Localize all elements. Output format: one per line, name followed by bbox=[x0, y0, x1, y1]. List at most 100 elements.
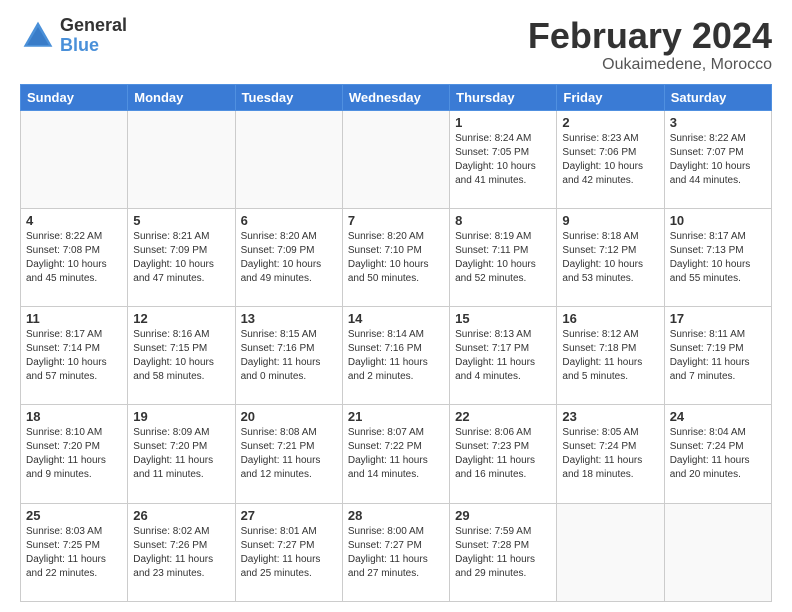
day-cell: 7 Sunrise: 8:20 AM Sunset: 7:10 PM Daylig… bbox=[342, 208, 449, 306]
day-number: 17 bbox=[670, 311, 766, 326]
day-info: Sunrise: 8:21 AM Sunset: 7:09 PM Dayligh… bbox=[133, 230, 229, 286]
day-cell bbox=[342, 110, 449, 208]
day-cell: 6 Sunrise: 8:20 AM Sunset: 7:09 PM Daylig… bbox=[235, 208, 342, 306]
week-row-0: 1 Sunrise: 8:24 AM Sunset: 7:05 PM Daylig… bbox=[21, 110, 772, 208]
day-info: Sunrise: 8:22 AM Sunset: 7:08 PM Dayligh… bbox=[26, 230, 122, 286]
calendar-header: SundayMondayTuesdayWednesdayThursdayFrid… bbox=[21, 84, 772, 110]
day-number: 11 bbox=[26, 311, 122, 326]
calendar: SundayMondayTuesdayWednesdayThursdayFrid… bbox=[20, 84, 772, 602]
day-cell: 1 Sunrise: 8:24 AM Sunset: 7:05 PM Daylig… bbox=[450, 110, 557, 208]
day-info: Sunrise: 8:24 AM Sunset: 7:05 PM Dayligh… bbox=[455, 132, 551, 188]
day-number: 29 bbox=[455, 508, 551, 523]
day-cell: 11 Sunrise: 8:17 AM Sunset: 7:14 PM Dayli… bbox=[21, 307, 128, 405]
day-number: 24 bbox=[670, 409, 766, 424]
header-day-sunday: Sunday bbox=[21, 84, 128, 110]
day-number: 26 bbox=[133, 508, 229, 523]
day-cell: 10 Sunrise: 8:17 AM Sunset: 7:13 PM Dayli… bbox=[664, 208, 771, 306]
header-row: SundayMondayTuesdayWednesdayThursdayFrid… bbox=[21, 84, 772, 110]
day-cell: 24 Sunrise: 8:04 AM Sunset: 7:24 PM Dayli… bbox=[664, 405, 771, 503]
day-cell: 23 Sunrise: 8:05 AM Sunset: 7:24 PM Dayli… bbox=[557, 405, 664, 503]
week-row-4: 25 Sunrise: 8:03 AM Sunset: 7:25 PM Dayli… bbox=[21, 503, 772, 601]
day-info: Sunrise: 8:19 AM Sunset: 7:11 PM Dayligh… bbox=[455, 230, 551, 286]
day-info: Sunrise: 8:00 AM Sunset: 7:27 PM Dayligh… bbox=[348, 525, 444, 581]
day-info: Sunrise: 7:59 AM Sunset: 7:28 PM Dayligh… bbox=[455, 525, 551, 581]
day-info: Sunrise: 8:17 AM Sunset: 7:14 PM Dayligh… bbox=[26, 328, 122, 384]
day-cell bbox=[235, 110, 342, 208]
day-number: 14 bbox=[348, 311, 444, 326]
day-info: Sunrise: 8:03 AM Sunset: 7:25 PM Dayligh… bbox=[26, 525, 122, 581]
day-info: Sunrise: 8:17 AM Sunset: 7:13 PM Dayligh… bbox=[670, 230, 766, 286]
day-number: 13 bbox=[241, 311, 337, 326]
day-number: 10 bbox=[670, 213, 766, 228]
day-cell: 15 Sunrise: 8:13 AM Sunset: 7:17 PM Dayli… bbox=[450, 307, 557, 405]
week-row-1: 4 Sunrise: 8:22 AM Sunset: 7:08 PM Daylig… bbox=[21, 208, 772, 306]
day-cell: 27Sunrise: 8:01 AM Sunset: 7:27 PM Dayli… bbox=[235, 503, 342, 601]
day-cell: 9 Sunrise: 8:18 AM Sunset: 7:12 PM Daylig… bbox=[557, 208, 664, 306]
day-cell: 29 Sunrise: 7:59 AM Sunset: 7:28 PM Dayli… bbox=[450, 503, 557, 601]
day-cell: 26Sunrise: 8:02 AM Sunset: 7:26 PM Dayli… bbox=[128, 503, 235, 601]
day-number: 3 bbox=[670, 115, 766, 130]
day-info: Sunrise: 8:07 AM Sunset: 7:22 PM Dayligh… bbox=[348, 426, 444, 482]
day-cell: 18Sunrise: 8:10 AM Sunset: 7:20 PM Dayli… bbox=[21, 405, 128, 503]
day-number: 22 bbox=[455, 409, 551, 424]
month-title: February 2024 bbox=[528, 16, 772, 56]
header-day-wednesday: Wednesday bbox=[342, 84, 449, 110]
day-cell bbox=[128, 110, 235, 208]
location: Oukaimedene, Morocco bbox=[528, 56, 772, 74]
day-number: 1 bbox=[455, 115, 551, 130]
day-cell: 19Sunrise: 8:09 AM Sunset: 7:20 PM Dayli… bbox=[128, 405, 235, 503]
day-info: Sunrise: 8:23 AM Sunset: 7:06 PM Dayligh… bbox=[562, 132, 658, 188]
day-info: Sunrise: 8:14 AM Sunset: 7:16 PM Dayligh… bbox=[348, 328, 444, 384]
day-number: 5 bbox=[133, 213, 229, 228]
day-cell: 3Sunrise: 8:22 AM Sunset: 7:07 PM Daylig… bbox=[664, 110, 771, 208]
day-number: 7 bbox=[348, 213, 444, 228]
day-info: Sunrise: 8:12 AM Sunset: 7:18 PM Dayligh… bbox=[562, 328, 658, 384]
day-number: 6 bbox=[241, 213, 337, 228]
day-info: Sunrise: 8:05 AM Sunset: 7:24 PM Dayligh… bbox=[562, 426, 658, 482]
day-number: 4 bbox=[26, 213, 122, 228]
header-day-saturday: Saturday bbox=[664, 84, 771, 110]
day-cell: 13 Sunrise: 8:15 AM Sunset: 7:16 PM Dayli… bbox=[235, 307, 342, 405]
day-cell: 16 Sunrise: 8:12 AM Sunset: 7:18 PM Dayli… bbox=[557, 307, 664, 405]
day-info: Sunrise: 8:11 AM Sunset: 7:19 PM Dayligh… bbox=[670, 328, 766, 384]
day-number: 19 bbox=[133, 409, 229, 424]
day-number: 15 bbox=[455, 311, 551, 326]
title-block: February 2024 Oukaimedene, Morocco bbox=[528, 16, 772, 74]
day-cell: 4 Sunrise: 8:22 AM Sunset: 7:08 PM Daylig… bbox=[21, 208, 128, 306]
day-number: 23 bbox=[562, 409, 658, 424]
day-info: Sunrise: 8:20 AM Sunset: 7:10 PM Dayligh… bbox=[348, 230, 444, 286]
day-cell: 8Sunrise: 8:19 AM Sunset: 7:11 PM Daylig… bbox=[450, 208, 557, 306]
logo-text: General Blue bbox=[60, 16, 127, 56]
day-number: 25 bbox=[26, 508, 122, 523]
day-number: 28 bbox=[348, 508, 444, 523]
page: General Blue February 2024 Oukaimedene, … bbox=[0, 0, 792, 612]
day-info: Sunrise: 8:18 AM Sunset: 7:12 PM Dayligh… bbox=[562, 230, 658, 286]
day-info: Sunrise: 8:04 AM Sunset: 7:24 PM Dayligh… bbox=[670, 426, 766, 482]
day-cell bbox=[664, 503, 771, 601]
header: General Blue February 2024 Oukaimedene, … bbox=[20, 16, 772, 74]
day-number: 2 bbox=[562, 115, 658, 130]
day-info: Sunrise: 8:13 AM Sunset: 7:17 PM Dayligh… bbox=[455, 328, 551, 384]
day-cell: 17 Sunrise: 8:11 AM Sunset: 7:19 PM Dayli… bbox=[664, 307, 771, 405]
logo-blue: Blue bbox=[60, 36, 127, 56]
week-row-3: 18Sunrise: 8:10 AM Sunset: 7:20 PM Dayli… bbox=[21, 405, 772, 503]
day-info: Sunrise: 8:16 AM Sunset: 7:15 PM Dayligh… bbox=[133, 328, 229, 384]
day-number: 20 bbox=[241, 409, 337, 424]
day-info: Sunrise: 8:15 AM Sunset: 7:16 PM Dayligh… bbox=[241, 328, 337, 384]
logo-icon bbox=[20, 18, 56, 54]
day-cell bbox=[21, 110, 128, 208]
day-info: Sunrise: 8:20 AM Sunset: 7:09 PM Dayligh… bbox=[241, 230, 337, 286]
day-cell: 25 Sunrise: 8:03 AM Sunset: 7:25 PM Dayli… bbox=[21, 503, 128, 601]
day-info: Sunrise: 8:06 AM Sunset: 7:23 PM Dayligh… bbox=[455, 426, 551, 482]
day-number: 9 bbox=[562, 213, 658, 228]
week-row-2: 11 Sunrise: 8:17 AM Sunset: 7:14 PM Dayli… bbox=[21, 307, 772, 405]
day-number: 12 bbox=[133, 311, 229, 326]
day-cell bbox=[557, 503, 664, 601]
header-day-tuesday: Tuesday bbox=[235, 84, 342, 110]
day-number: 16 bbox=[562, 311, 658, 326]
calendar-body: 1 Sunrise: 8:24 AM Sunset: 7:05 PM Daylig… bbox=[21, 110, 772, 601]
day-info: Sunrise: 8:01 AM Sunset: 7:27 PM Dayligh… bbox=[241, 525, 337, 581]
header-day-thursday: Thursday bbox=[450, 84, 557, 110]
day-info: Sunrise: 8:08 AM Sunset: 7:21 PM Dayligh… bbox=[241, 426, 337, 482]
day-cell: 21Sunrise: 8:07 AM Sunset: 7:22 PM Dayli… bbox=[342, 405, 449, 503]
